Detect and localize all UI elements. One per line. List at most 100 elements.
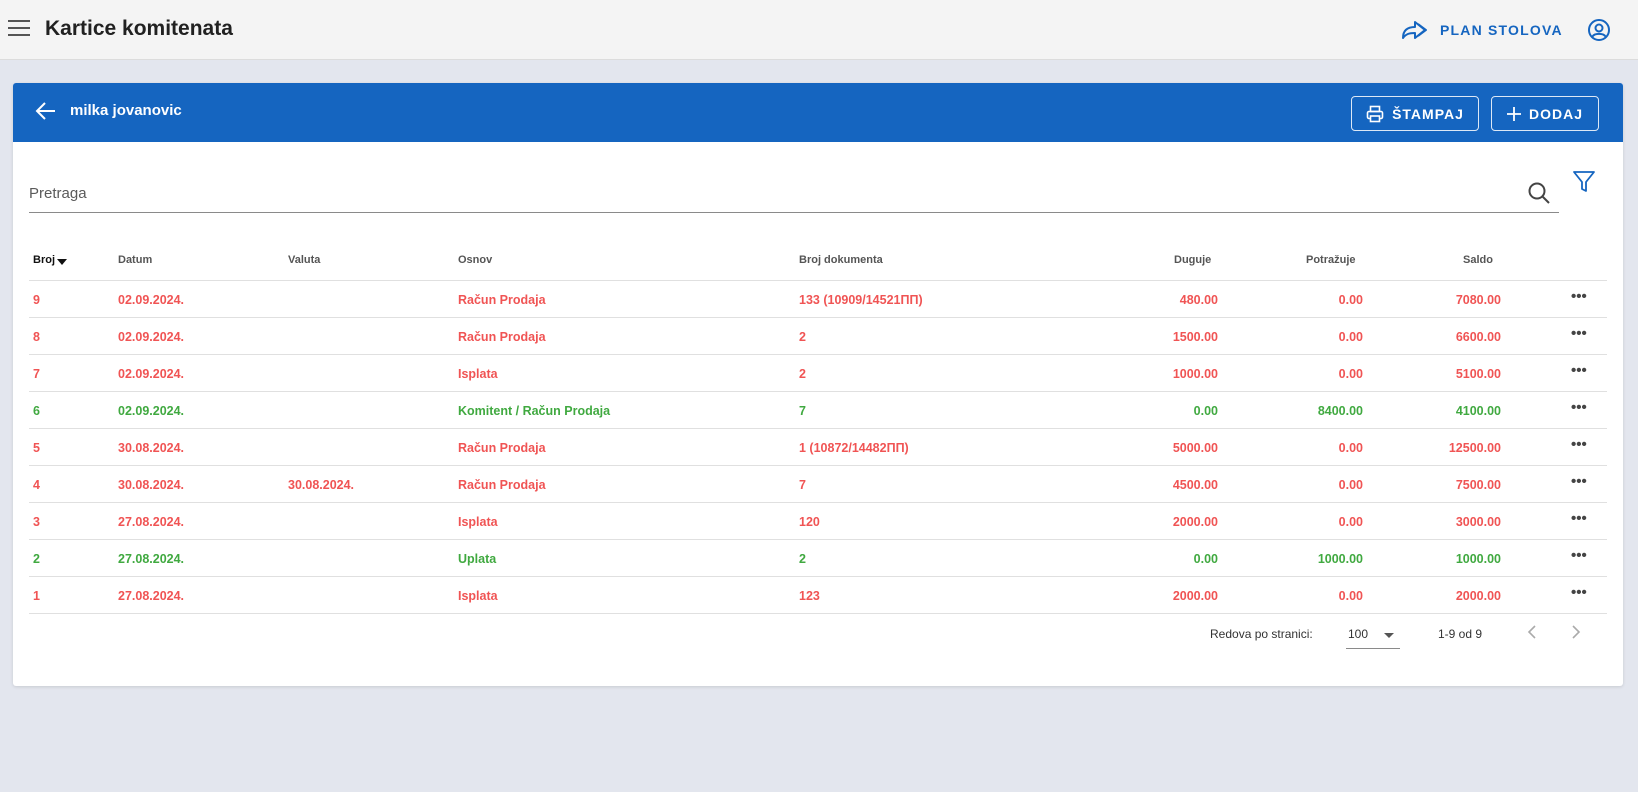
cell-datum: 27.08.2024.	[118, 552, 185, 566]
rows-per-page-select[interactable]: 100	[1346, 619, 1400, 649]
header-osnov[interactable]: Osnov	[458, 254, 492, 266]
header-broj: Broj	[33, 254, 55, 266]
cell-osnov: Račun Prodaja	[458, 293, 546, 307]
cell-duguje: 0.00	[1193, 404, 1218, 418]
cell-potrazuje: 0.00	[1338, 330, 1363, 344]
add-button[interactable]: DODAJ	[1491, 96, 1599, 131]
search-input[interactable]	[29, 174, 1499, 212]
cell-duguje: 0.00	[1193, 552, 1218, 566]
table-row[interactable]: 3 27.08.2024. Isplata 120 2000.00 0.00 3000.00…	[29, 503, 1607, 540]
cell-saldo: 3000.00	[1455, 515, 1501, 529]
header-valuta[interactable]: Valuta	[288, 254, 320, 266]
table-row[interactable]: 5 30.08.2024. Račun Prodaja 1 (10872/14482П…	[29, 429, 1607, 466]
cell-broj: 6	[33, 404, 40, 418]
page-title: Kartice komitenata	[45, 17, 233, 40]
table-row[interactable]: 2 27.08.2024. Uplata 2 0.00 1000.00 1000.00 •••	[29, 540, 1607, 577]
client-name: milka jovanovic	[70, 102, 182, 119]
more-horizontal-icon[interactable]: •••	[1571, 511, 1587, 526]
cell-potrazuje: 0.00	[1338, 515, 1363, 529]
table-row[interactable]: 1 27.08.2024. Isplata 123 2000.00 0.00 2000.00…	[29, 577, 1607, 614]
cell-broj-dokumenta: 1 (10872/14482ПП)	[799, 441, 909, 455]
cell-datum: 30.08.2024.	[118, 441, 185, 455]
cell-osnov: Isplata	[458, 589, 498, 603]
cell-broj: 1	[33, 589, 40, 603]
cell-saldo: 4100.00	[1455, 404, 1501, 418]
cell-osnov: Isplata	[458, 515, 498, 529]
cell-osnov: Račun Prodaja	[458, 441, 546, 455]
cell-datum: 02.09.2024.	[118, 330, 185, 344]
cell-broj: 3	[33, 515, 40, 529]
cell-saldo: 2000.00	[1455, 589, 1501, 603]
cell-datum: 27.08.2024.	[118, 589, 185, 603]
print-button[interactable]: ŠTAMPAJ	[1351, 96, 1479, 131]
more-horizontal-icon[interactable]: •••	[1571, 437, 1587, 452]
cell-datum: 30.08.2024.	[118, 478, 185, 492]
forward-arrow-icon	[1402, 21, 1427, 39]
header-datum[interactable]: Datum	[118, 254, 152, 266]
cell-broj: 8	[33, 330, 40, 344]
filter-icon[interactable]	[1572, 170, 1596, 194]
plan-stolova-label: PLAN STOLOVA	[1440, 22, 1563, 38]
cell-potrazuje: 0.00	[1338, 589, 1363, 603]
search-icon[interactable]	[1527, 181, 1551, 205]
cell-osnov: Račun Prodaja	[458, 478, 546, 492]
arrow-left-icon[interactable]	[35, 100, 57, 122]
table-row[interactable]: 7 02.09.2024. Isplata 2 1000.00 0.00 5100.00 ••…	[29, 355, 1607, 392]
table-row[interactable]: 8 02.09.2024. Račun Prodaja 2 1500.00 0.00 660…	[29, 318, 1607, 355]
more-horizontal-icon[interactable]: •••	[1571, 474, 1587, 489]
header-saldo[interactable]: Saldo	[1463, 254, 1493, 266]
cell-duguje: 5000.00	[1172, 441, 1218, 455]
plan-stolova-button[interactable]: PLAN STOLOVA	[1400, 17, 1563, 43]
header-duguje[interactable]: Duguje	[1174, 254, 1211, 266]
cell-potrazuje: 0.00	[1338, 367, 1363, 381]
table-row[interactable]: 6 02.09.2024. Komitent / Račun Prodaja 7 0.0…	[29, 392, 1607, 429]
more-horizontal-icon[interactable]: •••	[1571, 400, 1587, 415]
chevron-left-icon[interactable]	[1525, 623, 1539, 641]
cell-saldo: 6600.00	[1455, 330, 1501, 344]
header-potrazuje[interactable]: Potražuje	[1306, 254, 1356, 266]
chevron-right-icon[interactable]	[1569, 623, 1583, 641]
cell-duguje: 1000.00	[1172, 367, 1218, 381]
caret-down-icon	[1384, 633, 1394, 638]
cell-datum: 02.09.2024.	[118, 293, 185, 307]
cell-saldo: 1000.00	[1455, 552, 1501, 566]
page-range: 1-9 od 9	[1438, 627, 1483, 641]
account-circle-icon[interactable]	[1587, 18, 1611, 42]
more-horizontal-icon[interactable]: •••	[1571, 326, 1587, 341]
cell-broj: 2	[33, 552, 40, 566]
client-card: milka jovanovic ŠTAMPAJ DODAJ Broj	[13, 83, 1623, 686]
cell-broj-dokumenta: 7	[799, 404, 806, 418]
cell-broj: 4	[33, 478, 40, 492]
cell-potrazuje: 0.00	[1338, 293, 1363, 307]
sort-desc-icon	[57, 259, 67, 265]
cell-saldo: 7080.00	[1455, 293, 1501, 307]
cell-osnov: Račun Prodaja	[458, 330, 546, 344]
cell-saldo: 7500.00	[1455, 478, 1501, 492]
table-row[interactable]: 9 02.09.2024. Račun Prodaja 133 (10909/1452…	[29, 281, 1607, 318]
more-horizontal-icon[interactable]: •••	[1571, 363, 1587, 378]
more-horizontal-icon[interactable]: •••	[1571, 548, 1587, 563]
cell-saldo: 5100.00	[1455, 367, 1501, 381]
print-label: ŠTAMPAJ	[1392, 105, 1464, 122]
card-header: milka jovanovic ŠTAMPAJ DODAJ	[13, 83, 1623, 142]
table-header: Broj Datum Valuta Osnov Broj dokumenta D…	[29, 238, 1607, 281]
cell-broj-dokumenta: 2	[799, 552, 806, 566]
rows-per-page-value: 100	[1348, 627, 1369, 641]
more-horizontal-icon[interactable]: •••	[1571, 289, 1587, 304]
search-field	[29, 174, 1559, 213]
cell-potrazuje: 0.00	[1338, 478, 1363, 492]
table-row[interactable]: 4 30.08.2024. 30.08.2024. Račun Prodaja 7 450…	[29, 466, 1607, 503]
hamburger-icon[interactable]	[8, 20, 30, 38]
plus-icon	[1506, 106, 1521, 121]
cell-potrazuje: 8400.00	[1317, 404, 1363, 418]
more-horizontal-icon[interactable]: •••	[1571, 585, 1587, 600]
cell-broj-dokumenta: 7	[799, 478, 806, 492]
header-broj-dokumenta[interactable]: Broj dokumenta	[799, 254, 883, 266]
cell-broj-dokumenta: 123	[799, 589, 820, 603]
cell-datum: 02.09.2024.	[118, 404, 185, 418]
cell-saldo: 12500.00	[1448, 441, 1501, 455]
cell-osnov: Komitent / Račun Prodaja	[458, 404, 611, 418]
sort-broj-header[interactable]: Broj	[33, 254, 67, 266]
cell-broj-dokumenta: 120	[799, 515, 820, 529]
cell-osnov: Isplata	[458, 367, 498, 381]
